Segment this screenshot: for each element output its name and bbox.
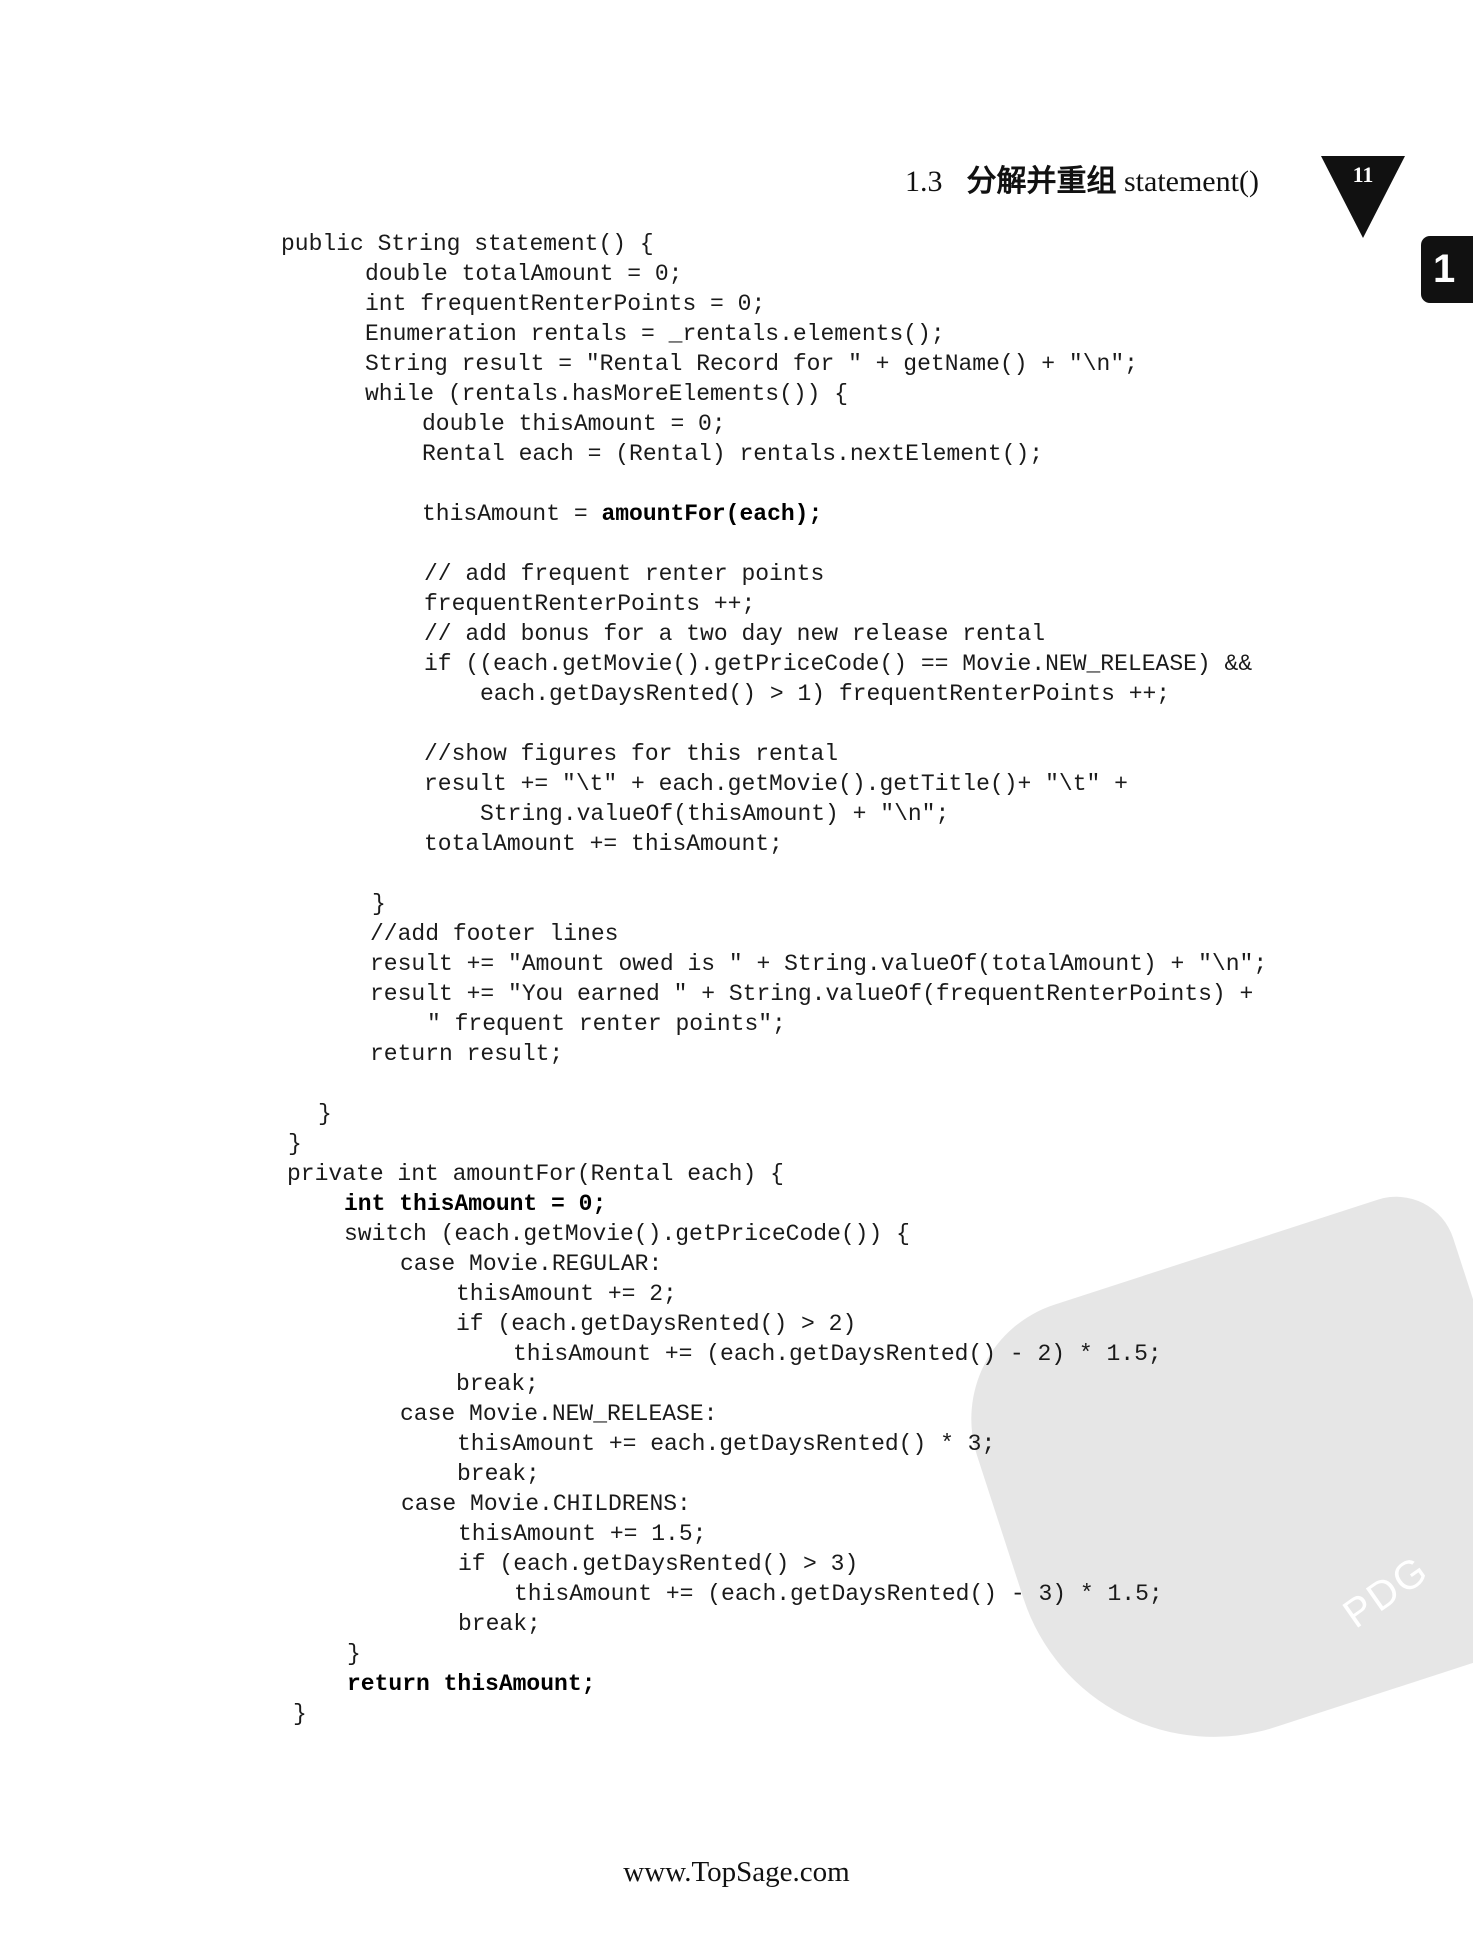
code-line: if (each.getDaysRented() > 2)	[456, 1311, 857, 1337]
code-line: frequentRenterPoints ++;	[424, 591, 756, 617]
code-line: }	[293, 1701, 307, 1727]
code-line: return thisAmount;	[347, 1670, 595, 1698]
code-line: case Movie.CHILDRENS:	[401, 1491, 691, 1517]
code-line: thisAmount += (each.getDaysRented() - 2)…	[513, 1341, 1162, 1367]
code-line: if ((each.getMovie().getPriceCode() == M…	[424, 651, 1253, 677]
code-line: String result = "Rental Record for " + g…	[365, 351, 1138, 377]
code-bold-call: amountFor(each);	[601, 501, 823, 527]
code-line: each.getDaysRented() > 1) frequentRenter…	[480, 681, 1171, 707]
code-line: while (rentals.hasMoreElements()) {	[365, 381, 849, 407]
code-line: }	[318, 1101, 332, 1127]
watermark-seal-icon	[940, 1181, 1473, 1789]
code-bold-line: int thisAmount = 0;	[344, 1191, 607, 1217]
code-line: Rental each = (Rental) rentals.nextEleme…	[422, 441, 1044, 467]
code-line: thisAmount += 2;	[456, 1281, 677, 1307]
code-line: Enumeration rentals = _rentals.elements(…	[365, 321, 945, 347]
code-bold-line: return thisAmount;	[347, 1671, 596, 1697]
code-line: }	[288, 1131, 302, 1157]
code-text: thisAmount =	[422, 501, 602, 527]
code-line: }	[372, 891, 386, 917]
code-comment: // add frequent renter points	[424, 561, 825, 587]
code-line: totalAmount += thisAmount;	[424, 831, 783, 857]
code-line: double totalAmount = 0;	[365, 261, 683, 287]
code-line: int frequentRenterPoints = 0;	[365, 291, 766, 317]
code-line: result += "You earned " + String.valueOf…	[370, 981, 1254, 1007]
code-line: break;	[457, 1461, 540, 1487]
code-line: " frequent renter points";	[427, 1011, 786, 1037]
code-line: return result;	[370, 1041, 564, 1067]
code-line: result += "\t" + each.getMovie().getTitl…	[424, 771, 1128, 797]
code-line: thisAmount = amountFor(each);	[422, 500, 822, 528]
code-line: thisAmount += each.getDaysRented() * 3;	[457, 1431, 996, 1457]
code-line: case Movie.NEW_RELEASE:	[400, 1401, 718, 1427]
section-title-zh: 分解并重组	[966, 165, 1117, 198]
code-line: thisAmount += (each.getDaysRented() - 3)…	[514, 1581, 1163, 1607]
code-line: }	[347, 1641, 361, 1667]
code-comment: // add bonus for a two day new release r…	[424, 621, 1046, 647]
page-number: 11	[1352, 162, 1374, 187]
code-line: String.valueOf(thisAmount) + "\n";	[480, 801, 950, 827]
code-line: break;	[458, 1611, 541, 1637]
code-comment: //add footer lines	[370, 921, 619, 947]
code-line: result += "Amount owed is " + String.val…	[370, 951, 1268, 977]
code-line: if (each.getDaysRented() > 3)	[458, 1551, 859, 1577]
code-line: double thisAmount = 0;	[422, 411, 726, 437]
code-line: int thisAmount = 0;	[344, 1190, 606, 1218]
code-line: switch (each.getMovie().getPriceCode()) …	[344, 1221, 910, 1247]
code-line: break;	[456, 1371, 539, 1397]
code-comment: //show figures for this rental	[424, 741, 839, 767]
section-title-code: statement()	[1124, 165, 1259, 198]
footer-url: www.TopSage.com	[623, 1856, 850, 1888]
section-number: 1.3	[905, 165, 943, 198]
chapter-tab: 1	[1421, 236, 1473, 303]
code-line: thisAmount += 1.5;	[458, 1521, 707, 1547]
code-line: private int amountFor(Rental each) {	[287, 1161, 784, 1187]
code-line: public String statement() {	[281, 231, 654, 257]
running-header: 1.3 分解并重组 statement()	[905, 156, 1259, 200]
code-line: case Movie.REGULAR:	[400, 1251, 663, 1277]
